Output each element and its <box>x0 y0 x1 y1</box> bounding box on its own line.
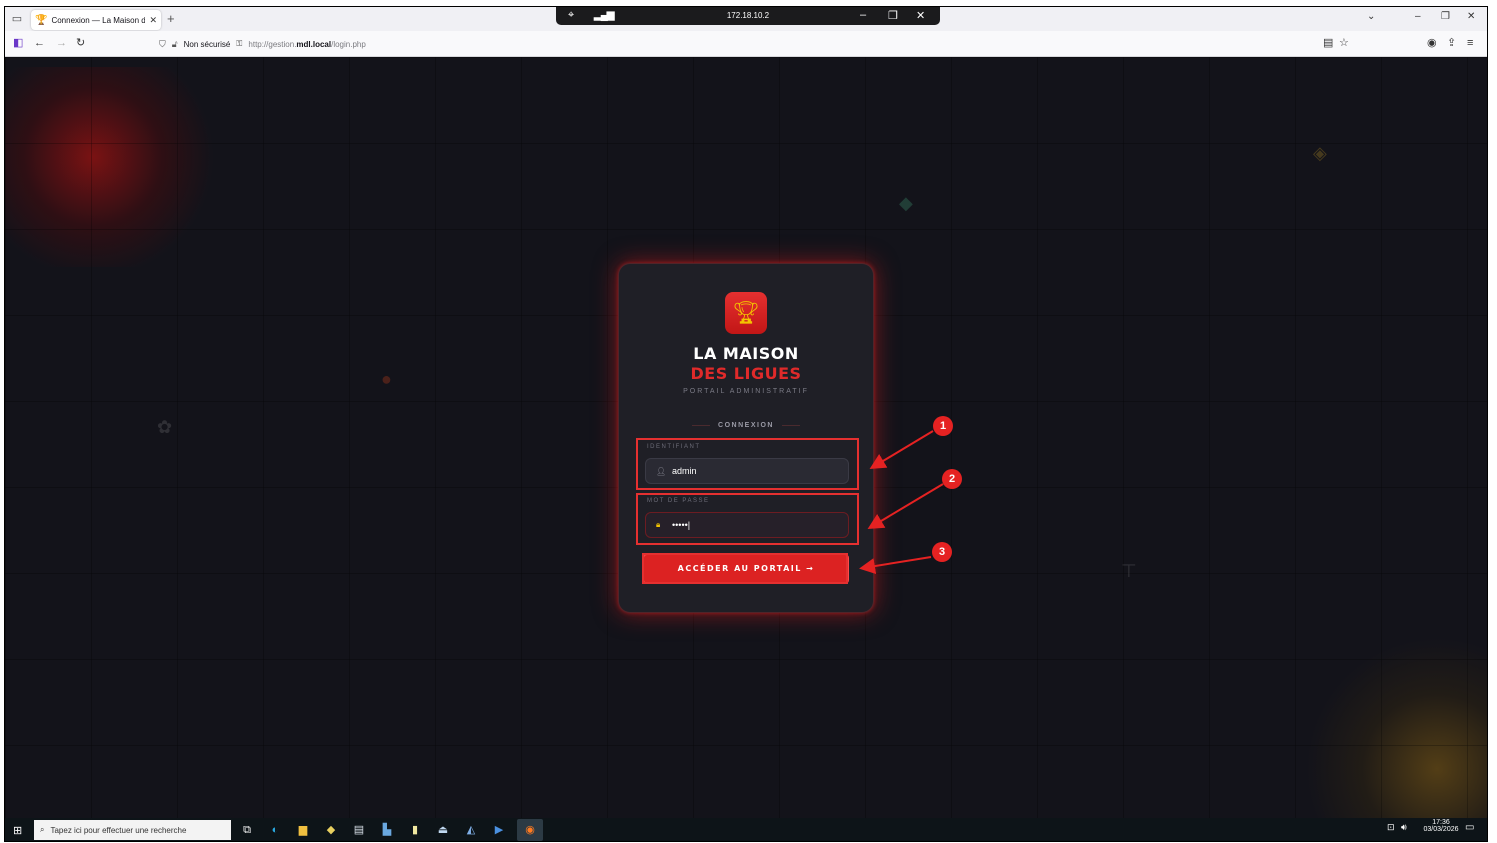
volume-icon[interactable]: 🔊︎ <box>1401 822 1407 833</box>
url-bar[interactable]: ⛉ 🔓︎ Non sécurisé ⚿ http://gestion.mdl.l… <box>159 35 1353 53</box>
notifications-icon[interactable]: ▭ <box>1465 822 1474 833</box>
forward-icon[interactable]: → <box>56 37 67 49</box>
extensions-icon[interactable]: ⇪ <box>1447 37 1456 49</box>
reader-view-icon[interactable]: ▤ <box>1323 37 1333 49</box>
windows-start-icon[interactable]: ⊞ <box>13 824 22 837</box>
search-icon: ⌕ <box>40 825 45 834</box>
app-icon-1[interactable]: ◆ <box>323 822 339 838</box>
reload-icon[interactable]: ↻ <box>76 37 85 49</box>
chevron-down-icon[interactable]: ⌄ <box>1367 11 1375 22</box>
menu-icon[interactable]: ≡ <box>1467 37 1473 49</box>
account-icon[interactable]: ◉ <box>1427 37 1437 49</box>
tab-title: Connexion — La Maison des Li <box>51 15 146 25</box>
app-icon-5[interactable]: ⏏ <box>435 822 451 838</box>
network-icon[interactable]: ⊡ <box>1387 822 1395 833</box>
file-explorer-icon[interactable]: ▆ <box>295 822 311 838</box>
annotation-badge-1: 1 <box>933 416 953 436</box>
security-label: Non sécurisé <box>183 39 231 49</box>
page-content: ✿ ● ◆ ◈ ⊤ 🏆︎ LA MAISON DES LIGUES PORTAI… <box>5 57 1487 818</box>
app-icon-4[interactable]: ▮ <box>407 822 423 838</box>
app-icon-2[interactable]: ▤ <box>351 822 367 838</box>
new-tab-button[interactable]: + <box>167 12 175 26</box>
edge-icon[interactable]: ◐ <box>267 822 283 838</box>
firefox-icon[interactable]: ◉ <box>517 819 543 841</box>
rd-minimize-icon[interactable]: – <box>860 9 866 21</box>
app-icon-3[interactable]: ▙ <box>379 822 395 838</box>
task-view-icon[interactable]: ⧉ <box>239 822 255 838</box>
annotation-badge-2: 2 <box>942 469 962 489</box>
browser-tab[interactable]: 🏆 Connexion — La Maison des Li ✕ <box>31 10 161 30</box>
url-text[interactable]: http://gestion.mdl.local/login.php <box>248 40 365 49</box>
back-icon[interactable]: ← <box>34 37 45 49</box>
clock[interactable]: 17:36 03/03/2026 <box>1423 819 1459 833</box>
close-window-icon[interactable]: ✕ <box>1467 11 1475 22</box>
rd-close-icon[interactable]: ✕ <box>916 9 925 22</box>
annotation-badge-3: 3 <box>932 542 952 562</box>
taskbar-search[interactable]: ⌕ Tapez ici pour effectuer une recherche <box>34 820 231 840</box>
browser-nav-bar: ◧ ← → ↻ ⛉ 🔓︎ Non sécurisé ⚿ http://gesti… <box>5 31 1487 57</box>
annotation-arrows <box>859 430 944 574</box>
remote-connection-bar: ⌖ ▂▄▆ 172.18.10.2 – ❐ ✕ <box>556 7 940 25</box>
key-icon[interactable]: ⚿ <box>236 39 242 49</box>
bookmark-star-icon[interactable]: ☆ <box>1339 37 1349 49</box>
sidebar-icon[interactable]: ◧ <box>13 37 23 49</box>
powershell-icon[interactable]: ▶ <box>491 822 507 838</box>
restore-icon[interactable]: ❐ <box>1441 11 1450 22</box>
app-icon-6[interactable]: ◭ <box>463 822 479 838</box>
minimize-icon[interactable]: – <box>1415 11 1421 22</box>
screen: ▭ 🏆 Connexion — La Maison des Li ✕ + ⌄ –… <box>4 6 1488 842</box>
trophy-icon: 🏆 <box>35 14 48 26</box>
search-placeholder: Tapez ici pour effectuer une recherche <box>50 825 187 835</box>
rd-restore-icon[interactable]: ❐ <box>888 9 898 22</box>
close-tab-icon[interactable]: ✕ <box>149 15 157 26</box>
shield-icon[interactable]: ⛉ <box>159 39 166 50</box>
taskbar: ⊞ ⌕ Tapez ici pour effectuer une recherc… <box>5 818 1487 841</box>
insecure-lock-icon[interactable]: 🔓︎ <box>172 39 178 50</box>
tab-list-icon[interactable]: ▭ <box>10 12 24 26</box>
remote-ip: 172.18.10.2 <box>726 11 770 20</box>
